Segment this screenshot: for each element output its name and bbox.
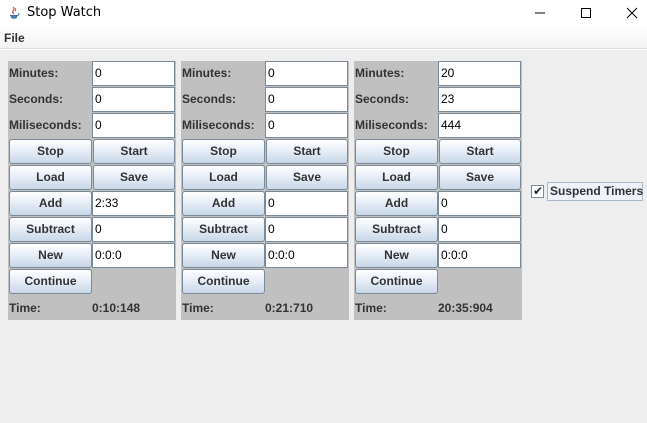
new-field[interactable]: 0:0:0 bbox=[438, 243, 521, 268]
new-button[interactable]: New bbox=[355, 243, 438, 268]
time-value: 0:21:710 bbox=[265, 301, 314, 315]
seconds-field[interactable]: 23 bbox=[438, 87, 521, 112]
new-button[interactable]: New bbox=[9, 243, 92, 268]
seconds-field[interactable]: 0 bbox=[92, 87, 175, 112]
checkmark-icon: ✔ bbox=[533, 184, 544, 198]
subtract-field[interactable]: 0 bbox=[92, 217, 175, 242]
close-button[interactable] bbox=[609, 0, 647, 27]
minutes-label: Minutes: bbox=[355, 66, 405, 80]
time-label: Time: bbox=[182, 301, 214, 315]
save-button[interactable]: Save bbox=[266, 165, 348, 190]
minutes-field[interactable]: 20 bbox=[438, 61, 521, 86]
miliseconds-field[interactable]: 0 bbox=[265, 113, 348, 138]
minutes-label: Minutes: bbox=[9, 66, 59, 80]
miliseconds-field[interactable]: 444 bbox=[438, 113, 521, 138]
load-button[interactable]: Load bbox=[355, 165, 438, 190]
subtract-button[interactable]: Subtract bbox=[182, 217, 265, 242]
add-field[interactable]: 0 bbox=[265, 191, 348, 216]
add-button[interactable]: Add bbox=[9, 191, 92, 216]
java-app-icon bbox=[6, 5, 22, 21]
title-bar: Stop Watch bbox=[0, 0, 647, 27]
timer-panel-1: Minutes: 0 Seconds: 0 Miliseconds: 0 Sto… bbox=[8, 61, 176, 320]
save-button[interactable]: Save bbox=[93, 165, 175, 190]
window-title: Stop Watch bbox=[27, 5, 102, 20]
continue-button[interactable]: Continue bbox=[182, 269, 265, 294]
new-field[interactable]: 0:0:0 bbox=[92, 243, 175, 268]
menu-file[interactable]: File bbox=[4, 31, 25, 45]
timer-panel-2: Minutes: 0 Seconds: 0 Miliseconds: 0 Sto… bbox=[181, 61, 349, 320]
minutes-field[interactable]: 0 bbox=[92, 61, 175, 86]
subtract-field[interactable]: 0 bbox=[438, 217, 521, 242]
save-button[interactable]: Save bbox=[439, 165, 521, 190]
seconds-field[interactable]: 0 bbox=[265, 87, 348, 112]
seconds-label: Seconds: bbox=[355, 92, 410, 106]
start-button[interactable]: Start bbox=[93, 139, 175, 164]
load-button[interactable]: Load bbox=[9, 165, 92, 190]
add-field[interactable]: 0 bbox=[438, 191, 521, 216]
continue-button[interactable]: Continue bbox=[9, 269, 92, 294]
miliseconds-label: Miliseconds: bbox=[9, 118, 82, 132]
menu-bar: File bbox=[0, 27, 647, 49]
timer-panel-3: Minutes: 20 Seconds: 23 Miliseconds: 444… bbox=[354, 61, 522, 320]
add-field[interactable]: 2:33 bbox=[92, 191, 175, 216]
continue-button[interactable]: Continue bbox=[355, 269, 438, 294]
minutes-field[interactable]: 0 bbox=[265, 61, 348, 86]
add-button[interactable]: Add bbox=[182, 191, 265, 216]
maximize-button[interactable] bbox=[563, 0, 609, 27]
stop-button[interactable]: Stop bbox=[355, 139, 438, 164]
time-value: 0:10:148 bbox=[92, 301, 141, 315]
checkbox-box[interactable]: ✔ bbox=[531, 184, 544, 198]
start-button[interactable]: Start bbox=[439, 139, 521, 164]
minimize-icon bbox=[535, 12, 545, 14]
load-button[interactable]: Load bbox=[182, 165, 265, 190]
maximize-icon bbox=[581, 8, 591, 18]
miliseconds-label: Miliseconds: bbox=[355, 118, 428, 132]
seconds-label: Seconds: bbox=[182, 92, 237, 106]
new-button[interactable]: New bbox=[182, 243, 265, 268]
minutes-label: Minutes: bbox=[182, 66, 232, 80]
close-icon bbox=[626, 7, 638, 19]
subtract-field[interactable]: 0 bbox=[265, 217, 348, 242]
seconds-label: Seconds: bbox=[9, 92, 64, 106]
time-value: 20:35:904 bbox=[438, 301, 493, 315]
suspend-timers-label[interactable]: Suspend Timers bbox=[547, 182, 643, 201]
time-label: Time: bbox=[9, 301, 41, 315]
subtract-button[interactable]: Subtract bbox=[9, 217, 92, 242]
minimize-button[interactable] bbox=[517, 0, 563, 27]
stop-button[interactable]: Stop bbox=[9, 139, 92, 164]
miliseconds-field[interactable]: 0 bbox=[92, 113, 175, 138]
start-button[interactable]: Start bbox=[266, 139, 348, 164]
subtract-button[interactable]: Subtract bbox=[355, 217, 438, 242]
stop-button[interactable]: Stop bbox=[182, 139, 265, 164]
miliseconds-label: Miliseconds: bbox=[182, 118, 255, 132]
add-button[interactable]: Add bbox=[355, 191, 438, 216]
new-field[interactable]: 0:0:0 bbox=[265, 243, 348, 268]
main-content: Minutes: 0 Seconds: 0 Miliseconds: 0 Sto… bbox=[0, 50, 647, 423]
time-label: Time: bbox=[355, 301, 387, 315]
